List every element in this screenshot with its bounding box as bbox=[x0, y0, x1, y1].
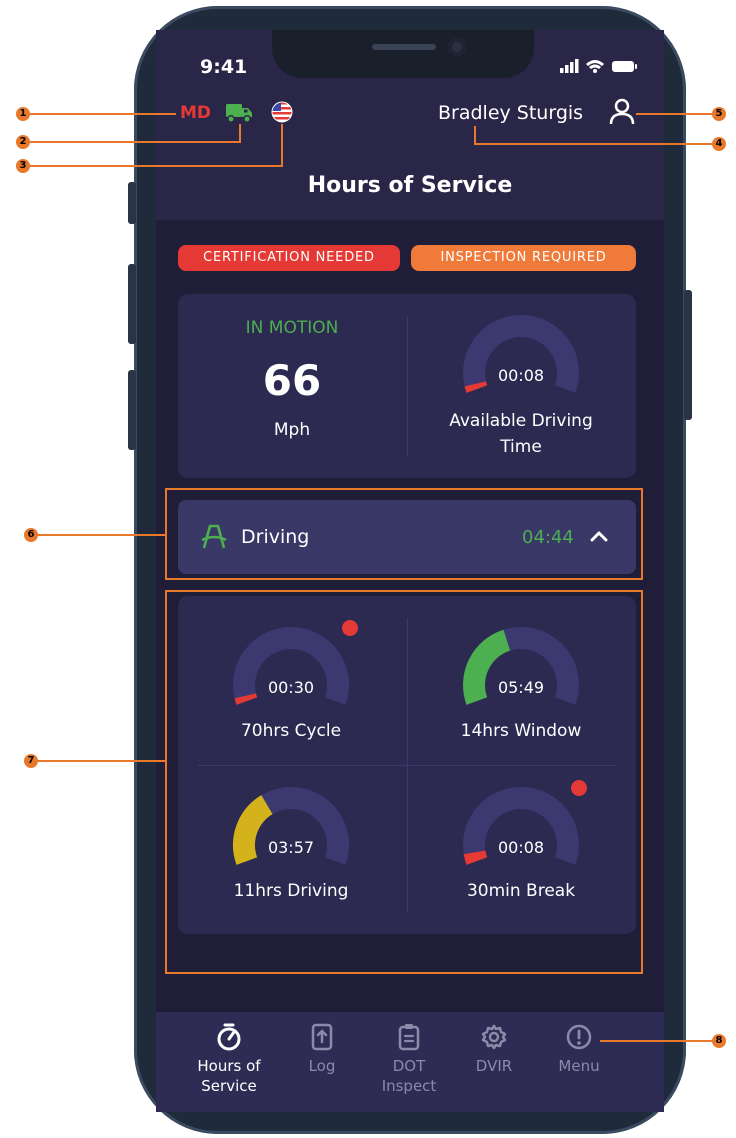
annotation-line bbox=[28, 534, 166, 536]
us-flag-icon[interactable] bbox=[271, 101, 293, 123]
annotation-line bbox=[474, 126, 476, 144]
annotation-marker: 4 bbox=[712, 137, 726, 151]
annotation-line bbox=[239, 124, 241, 143]
user-icon[interactable] bbox=[609, 98, 635, 126]
volume-down-button bbox=[128, 370, 136, 450]
annotation-box bbox=[165, 590, 643, 974]
annotation-marker: 7 bbox=[24, 754, 38, 768]
nav-menu[interactable]: Menu bbox=[546, 1022, 612, 1076]
stopwatch-icon bbox=[217, 1023, 241, 1051]
annotation-marker: 8 bbox=[712, 1034, 726, 1048]
annotation-marker: 2 bbox=[16, 135, 30, 149]
nav-dot-inspect[interactable]: DOT Inspect bbox=[366, 1022, 452, 1096]
truck-icon[interactable] bbox=[224, 102, 254, 124]
camera bbox=[448, 38, 466, 56]
nav-label: Log bbox=[308, 1057, 336, 1075]
nav-label: DOT Inspect bbox=[381, 1057, 437, 1095]
status-icons bbox=[560, 59, 637, 73]
inspection-badge[interactable]: INSPECTION REQUIRED bbox=[411, 245, 636, 271]
annotation-line bbox=[22, 113, 176, 115]
annotation-box bbox=[165, 488, 643, 580]
page-title: Hours of Service bbox=[307, 173, 513, 198]
annotation-line bbox=[22, 141, 240, 143]
available-driving-label: Available Driving Time bbox=[449, 411, 593, 457]
motion-status: IN MOTION bbox=[245, 318, 339, 338]
wifi-icon bbox=[586, 60, 604, 73]
status-time: 9:41 bbox=[200, 56, 248, 78]
nav-hours-of-service[interactable]: Hours of Service bbox=[186, 1022, 272, 1096]
divider bbox=[407, 316, 408, 456]
clipboard-icon bbox=[398, 1024, 420, 1051]
annotation-line bbox=[474, 143, 714, 145]
upload-document-icon bbox=[311, 1023, 333, 1051]
nav-label: Hours of Service bbox=[197, 1057, 261, 1095]
speed-value: 66 bbox=[262, 356, 322, 405]
speed-unit: Mph bbox=[273, 420, 311, 440]
available-driving-gauge bbox=[463, 315, 579, 393]
annotation-line bbox=[22, 165, 282, 167]
driver-name[interactable]: Bradley Sturgis bbox=[438, 102, 583, 124]
annotation-marker: 5 bbox=[712, 107, 726, 121]
nav-label: Menu bbox=[558, 1057, 600, 1075]
jurisdiction-label[interactable]: MD bbox=[180, 103, 211, 123]
annotation-marker: 1 bbox=[16, 107, 30, 121]
nav-dvir[interactable]: DVIR bbox=[464, 1022, 524, 1076]
nav-log[interactable]: Log bbox=[290, 1022, 354, 1076]
available-driving-time: 00:08 bbox=[497, 366, 545, 385]
signal-icon bbox=[560, 59, 579, 73]
info-circle-icon bbox=[566, 1024, 592, 1050]
speaker bbox=[372, 44, 436, 50]
battery-icon bbox=[612, 61, 637, 72]
certification-badge[interactable]: CERTIFICATION NEEDED bbox=[178, 245, 400, 271]
annotation-line bbox=[636, 113, 714, 115]
annotation-line bbox=[28, 760, 166, 762]
mute-switch bbox=[128, 182, 136, 224]
annotation-marker: 6 bbox=[24, 528, 38, 542]
notch bbox=[272, 30, 534, 78]
power-button bbox=[684, 290, 692, 420]
gear-icon bbox=[481, 1024, 507, 1050]
nav-label: DVIR bbox=[475, 1057, 513, 1075]
annotation-line bbox=[600, 1040, 714, 1042]
annotation-line bbox=[281, 124, 283, 167]
annotation-marker: 3 bbox=[16, 159, 30, 173]
volume-up-button bbox=[128, 264, 136, 344]
